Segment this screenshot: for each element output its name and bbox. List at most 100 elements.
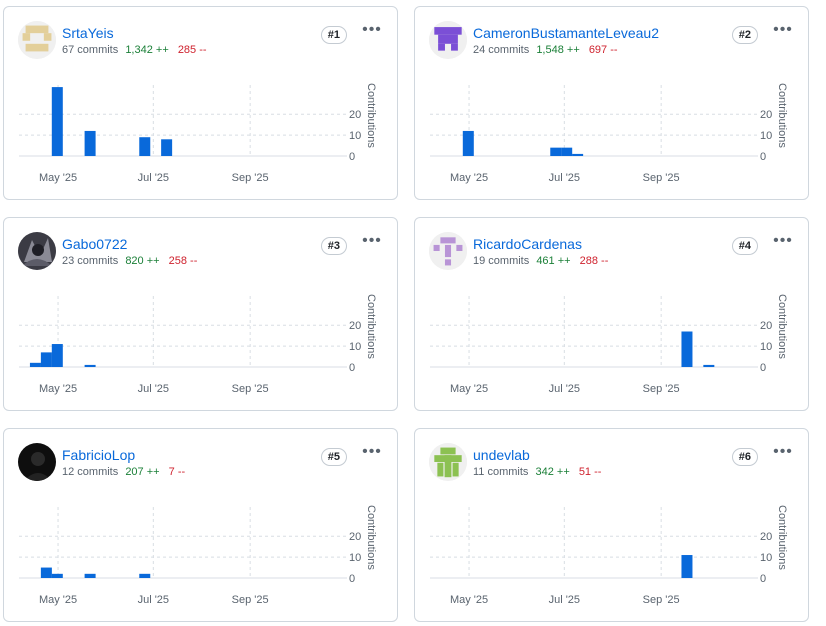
contributions-chart: 0 10 20 May '25 Jul '25 Sep '25 Contributions xyxy=(19,83,377,184)
rank-badge: #3 xyxy=(320,237,347,255)
rank-badge: #1 xyxy=(320,26,347,44)
commit-stats: 12 commits 207 ++ 7 -- xyxy=(62,466,185,478)
deletions-count: 258 -- xyxy=(168,255,198,267)
contribution-bar xyxy=(84,130,96,156)
contribution-bar xyxy=(561,147,573,156)
y-tick-label: 20 xyxy=(760,531,772,543)
contributor-card: CameronBustamanteLeveau2 24 commits 1,54… xyxy=(414,6,809,200)
y-tick-label: 10 xyxy=(760,341,772,353)
username-link[interactable]: undevlab xyxy=(473,447,530,463)
x-tick-label: Sep '25 xyxy=(232,383,269,395)
y-tick-label: 20 xyxy=(349,109,361,121)
contributor-card: RicardoCardenas 19 commits 461 ++ 288 --… xyxy=(414,217,809,411)
username-link[interactable]: CameronBustamanteLeveau2 xyxy=(473,25,659,41)
y-tick-label: 20 xyxy=(349,531,361,543)
more-options-icon[interactable]: ••• xyxy=(359,21,385,43)
more-options-icon[interactable]: ••• xyxy=(770,443,796,465)
x-tick-label: Sep '25 xyxy=(643,383,680,395)
y-tick-label: 0 xyxy=(760,151,766,163)
contributor-card: SrtaYeis 67 commits 1,342 ++ 285 -- #1 •… xyxy=(3,6,398,200)
y-tick-label: 10 xyxy=(760,552,772,564)
more-options-icon[interactable]: ••• xyxy=(359,443,385,465)
contribution-bar xyxy=(139,137,151,156)
y-tick-label: 0 xyxy=(349,151,355,163)
x-tick-label: May '25 xyxy=(450,594,488,606)
avatar[interactable] xyxy=(18,443,56,481)
y-tick-label: 10 xyxy=(349,552,361,564)
commit-stats: 11 commits 342 ++ 51 -- xyxy=(473,466,601,478)
more-options-icon[interactable]: ••• xyxy=(770,21,796,43)
identicon-purple-icon xyxy=(429,21,467,59)
x-tick-label: May '25 xyxy=(39,594,77,606)
contribution-bar xyxy=(550,147,562,156)
identicon-tan-icon xyxy=(18,21,56,59)
additions-count: 207 ++ xyxy=(125,466,160,478)
deletions-count: 285 -- xyxy=(177,44,207,56)
username-link[interactable]: Gabo0722 xyxy=(62,236,127,252)
contribution-bar xyxy=(51,87,63,156)
y-tick-label: 10 xyxy=(349,341,361,353)
commit-count: 11 commits xyxy=(473,466,529,478)
contribution-bar xyxy=(40,567,52,578)
commit-count: 12 commits xyxy=(62,466,119,478)
contribution-bar xyxy=(161,139,173,156)
y-tick-label: 0 xyxy=(760,362,766,374)
avatar[interactable] xyxy=(429,21,467,59)
x-tick-label: May '25 xyxy=(39,172,77,184)
rank-badge: #6 xyxy=(731,448,758,466)
x-tick-label: Sep '25 xyxy=(232,172,269,184)
x-tick-label: May '25 xyxy=(450,383,488,395)
more-options-icon[interactable]: ••• xyxy=(359,232,385,254)
contributions-chart: 0 10 20 May '25 Jul '25 Sep '25 Contributions xyxy=(19,505,377,606)
x-tick-label: Jul '25 xyxy=(549,172,580,184)
contribution-bar xyxy=(681,555,693,578)
contributions-chart: 0 10 20 May '25 Jul '25 Sep '25 Contributions xyxy=(430,505,788,606)
photo-avatar-dark-icon xyxy=(18,232,56,270)
commit-count: 24 commits xyxy=(473,44,530,56)
identicon-green-icon xyxy=(429,443,467,481)
commit-count: 23 commits xyxy=(62,255,119,267)
y-axis-label: Contributions xyxy=(365,294,377,359)
contribution-bar xyxy=(51,344,63,367)
avatar[interactable] xyxy=(18,232,56,270)
deletions-count: 288 -- xyxy=(579,255,609,267)
commit-count: 67 commits xyxy=(62,44,119,56)
contribution-bar xyxy=(139,573,151,578)
contribution-bar xyxy=(572,153,584,156)
contributor-card: Gabo0722 23 commits 820 ++ 258 -- #3 •••… xyxy=(3,217,398,411)
avatar[interactable] xyxy=(429,232,467,270)
username-link[interactable]: SrtaYeis xyxy=(62,25,114,41)
x-tick-label: Jul '25 xyxy=(549,383,580,395)
x-tick-label: Sep '25 xyxy=(643,594,680,606)
y-axis-label: Contributions xyxy=(365,505,377,570)
x-tick-label: Jul '25 xyxy=(138,594,169,606)
commit-stats: 19 commits 461 ++ 288 -- xyxy=(473,255,608,267)
contribution-bar xyxy=(703,364,715,367)
additions-count: 1,342 ++ xyxy=(125,44,169,56)
more-options-icon[interactable]: ••• xyxy=(770,232,796,254)
contribution-bar xyxy=(462,130,474,156)
contributions-chart: 0 10 20 May '25 Jul '25 Sep '25 Contributions xyxy=(19,294,377,395)
contributions-chart: 0 10 20 May '25 Jul '25 Sep '25 Contributions xyxy=(430,294,788,395)
rank-badge: #2 xyxy=(731,26,758,44)
contribution-bar xyxy=(40,352,52,367)
x-tick-label: Jul '25 xyxy=(549,594,580,606)
deletions-count: 51 -- xyxy=(578,466,602,478)
x-tick-label: Sep '25 xyxy=(643,172,680,184)
username-link[interactable]: RicardoCardenas xyxy=(473,236,582,252)
y-tick-label: 10 xyxy=(760,130,772,142)
rank-badge: #4 xyxy=(731,237,758,255)
additions-count: 342 ++ xyxy=(535,466,570,478)
contribution-bar xyxy=(84,364,96,367)
avatar[interactable] xyxy=(429,443,467,481)
y-axis-label: Contributions xyxy=(776,83,788,148)
contributions-chart: 0 10 20 May '25 Jul '25 Sep '25 Contributions xyxy=(430,83,788,184)
avatar[interactable] xyxy=(18,21,56,59)
additions-count: 1,548 ++ xyxy=(536,44,580,56)
deletions-count: 697 -- xyxy=(588,44,618,56)
username-link[interactable]: FabricioLop xyxy=(62,447,135,463)
y-tick-label: 20 xyxy=(760,320,772,332)
commit-stats: 23 commits 820 ++ 258 -- xyxy=(62,255,197,267)
photo-avatar-black-icon xyxy=(18,443,56,481)
identicon-lavender-icon xyxy=(429,232,467,270)
